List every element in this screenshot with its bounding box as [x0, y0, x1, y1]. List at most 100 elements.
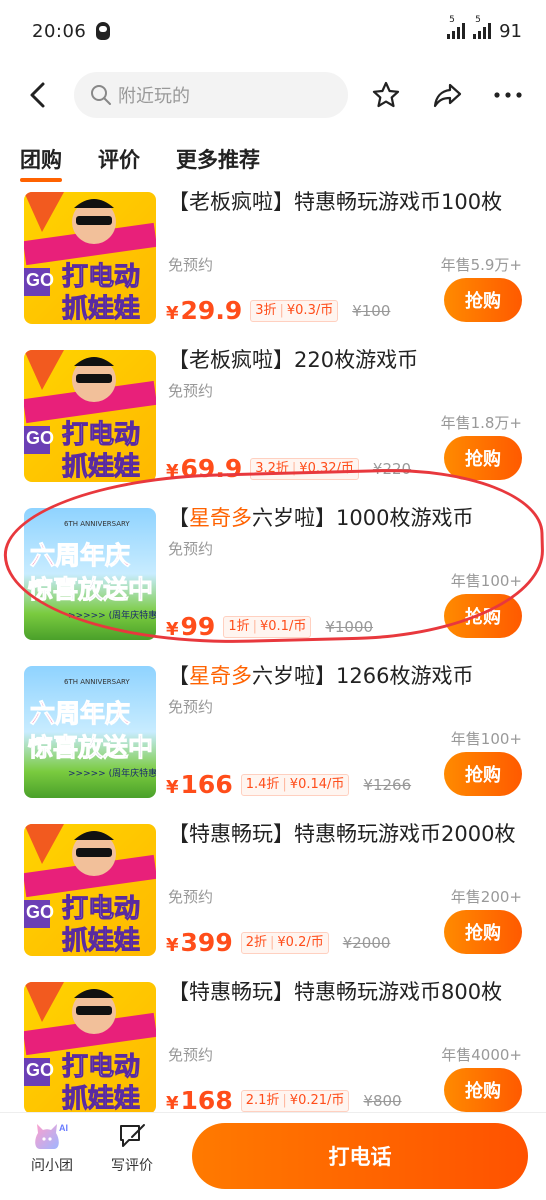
product-thumbnail: 6TH ANNIVERSARY 六周年庆 惊喜放送中 >>>>> (周年庆特惠: [24, 508, 156, 640]
product-price: ¥69.9: [166, 454, 243, 483]
thumb-small-text: 6TH ANNIVERSARY: [64, 520, 130, 528]
buy-button[interactable]: 抢购: [444, 278, 522, 322]
price-row: ¥399 2折 | ¥0.2/币 ¥2000: [166, 928, 390, 957]
buy-button[interactable]: 抢购: [444, 1068, 522, 1112]
product-subtitle: 免预约: [168, 888, 214, 906]
product-sold-count: 年售100+: [450, 730, 522, 748]
bottom-action-bar: AI 问小团 写评价 打电话: [0, 1112, 546, 1200]
product-title: 【特惠畅玩】特惠畅玩游戏币800枚: [168, 980, 503, 1004]
original-price: ¥1266: [363, 775, 412, 794]
product-price: ¥166: [166, 770, 233, 799]
product-sold-count: 年售5.9万+: [440, 256, 522, 274]
buy-button[interactable]: 抢购: [444, 752, 522, 796]
thumb-line-2: 惊喜放送中: [27, 733, 154, 763]
write-review-label: 写评价: [111, 1158, 153, 1174]
thumb-brand-text: GO: [26, 270, 55, 290]
thumb-line-1: 六周年庆: [29, 541, 131, 571]
original-price: ¥800: [363, 1091, 402, 1110]
top-bar: 附近玩的: [0, 66, 546, 124]
product-item[interactable]: GO 打电动 抓娃娃 【老板疯啦】特惠畅玩游戏币100枚 免预约 年售5.9万+…: [0, 188, 546, 348]
more-button[interactable]: [488, 75, 528, 115]
product-subtitle: 免预约: [168, 540, 214, 558]
star-icon: [372, 81, 400, 108]
tab-reviews[interactable]: 评价: [98, 134, 140, 174]
signal-icon-2: 5: [473, 15, 492, 39]
thumb-brand-text: GO: [26, 902, 55, 922]
signal-icon: 5: [447, 15, 466, 39]
product-thumbnail: GO 打电动 抓娃娃: [24, 192, 156, 324]
discount-badge: 2.1折 | ¥0.21/币: [240, 1089, 350, 1112]
product-title: 【老板疯啦】特惠畅玩游戏币100枚: [168, 190, 503, 214]
product-thumbnail: 6TH ANNIVERSARY 六周年庆 惊喜放送中 >>>>> (周年庆特惠: [24, 666, 156, 798]
product-title: 【星奇多六岁啦】1266枚游戏币: [168, 664, 474, 688]
price-row: ¥29.9 3折 | ¥0.3/币 ¥100: [166, 296, 390, 325]
edit-comment-icon: [120, 1124, 145, 1147]
thumb-line-1: 六周年庆: [29, 699, 131, 729]
price-row: ¥166 1.4折 | ¥0.14/币 ¥1266: [166, 770, 411, 799]
buy-button[interactable]: 抢购: [444, 436, 522, 480]
product-thumbnail: GO 打电动 抓娃娃: [24, 824, 156, 956]
back-button[interactable]: [18, 75, 58, 115]
call-button[interactable]: 打电话: [192, 1123, 528, 1189]
thumb-line-2: 抓娃娃: [61, 1084, 141, 1113]
search-placeholder: 附近玩的: [118, 86, 190, 107]
thumb-line-3: >>>>> (周年庆特惠: [68, 769, 156, 779]
product-title: 【老板疯啦】220枚游戏币: [168, 348, 419, 372]
product-list: GO 打电动 抓娃娃 【老板疯啦】特惠畅玩游戏币100枚 免预约 年售5.9万+…: [0, 188, 546, 1112]
product-subtitle: 免预约: [168, 698, 214, 716]
search-input[interactable]: 附近玩的: [74, 72, 348, 118]
thumb-line-2: 抓娃娃: [61, 926, 141, 957]
thumb-line-3: >>>>> (周年庆特惠: [68, 611, 156, 621]
share-button[interactable]: [428, 75, 468, 115]
discount-badge: 2折 | ¥0.2/币: [240, 931, 329, 954]
write-review-button[interactable]: 写评价: [100, 1121, 164, 1175]
search-icon: [91, 85, 111, 105]
share-icon: [433, 83, 462, 108]
product-item[interactable]: 6TH ANNIVERSARY 六周年庆 惊喜放送中 >>>>> (周年庆特惠 …: [0, 504, 546, 664]
product-item[interactable]: GO 打电动 抓娃娃 【特惠畅玩】特惠畅玩游戏币800枚 免预约 年售4000+…: [0, 978, 546, 1112]
product-item[interactable]: GO 打电动 抓娃娃 【特惠畅玩】特惠畅玩游戏币2000枚 免预约 年售200+…: [0, 820, 546, 980]
svg-text:AI: AI: [59, 1123, 68, 1133]
product-sold-count: 年售200+: [450, 888, 522, 906]
assistant-icon: AI: [35, 1123, 68, 1149]
price-row: ¥168 2.1折 | ¥0.21/币 ¥800: [166, 1086, 402, 1112]
discount-badge: 3折 | ¥0.3/币: [250, 299, 339, 322]
buy-button[interactable]: 抢购: [444, 910, 522, 954]
product-sold-count: 年售4000+: [441, 1046, 522, 1064]
favorite-button[interactable]: [366, 75, 406, 115]
thumb-brand-text: GO: [26, 428, 55, 448]
product-price: ¥29.9: [166, 296, 243, 325]
product-subtitle: 免预约: [168, 382, 214, 400]
tab-more-recommendations[interactable]: 更多推荐: [176, 134, 260, 174]
thumb-line-2: 抓娃娃: [61, 294, 141, 325]
product-sold-count: 年售1.8万+: [440, 414, 522, 432]
product-price: ¥399: [166, 928, 233, 957]
product-subtitle: 免预约: [168, 1046, 214, 1064]
price-row: ¥69.9 3.2折 | ¥0.32/币 ¥220: [166, 454, 411, 483]
qq-icon: [96, 22, 111, 40]
product-title: 【星奇多六岁啦】1000枚游戏币: [168, 506, 474, 530]
tab-group-buy[interactable]: 团购: [20, 134, 62, 182]
product-subtitle: 免预约: [168, 256, 214, 274]
more-icon: [494, 92, 522, 98]
product-item[interactable]: 6TH ANNIVERSARY 六周年庆 惊喜放送中 >>>>> (周年庆特惠 …: [0, 662, 546, 822]
title-highlight: 星奇多: [189, 664, 252, 688]
product-price: ¥99: [166, 612, 216, 641]
tab-bar: 团购 评价 更多推荐: [0, 134, 546, 184]
back-arrow-icon: [30, 82, 45, 108]
thumb-brand-text: GO: [26, 1060, 55, 1080]
status-bar: 20:06 5 5 91: [0, 0, 546, 62]
thumb-line-2: 抓娃娃: [61, 452, 141, 483]
assistant-button[interactable]: AI 问小团: [20, 1121, 84, 1175]
price-row: ¥99 1折 | ¥0.1/币 ¥1000: [166, 612, 373, 641]
discount-badge: 3.2折 | ¥0.32/币: [250, 457, 359, 480]
buy-button[interactable]: 抢购: [444, 594, 522, 638]
product-sold-count: 年售100+: [450, 572, 522, 590]
discount-badge: 1折 | ¥0.1/币: [223, 615, 312, 638]
product-price: ¥168: [166, 1086, 233, 1112]
title-highlight: 星奇多: [189, 506, 252, 530]
thumb-line-2: 惊喜放送中: [27, 575, 154, 605]
product-item[interactable]: GO 打电动 抓娃娃 【老板疯啦】220枚游戏币 免预约 年售1.8万+ ¥69…: [0, 346, 546, 506]
product-thumbnail: GO 打电动 抓娃娃: [24, 350, 156, 482]
original-price: ¥100: [352, 301, 391, 320]
